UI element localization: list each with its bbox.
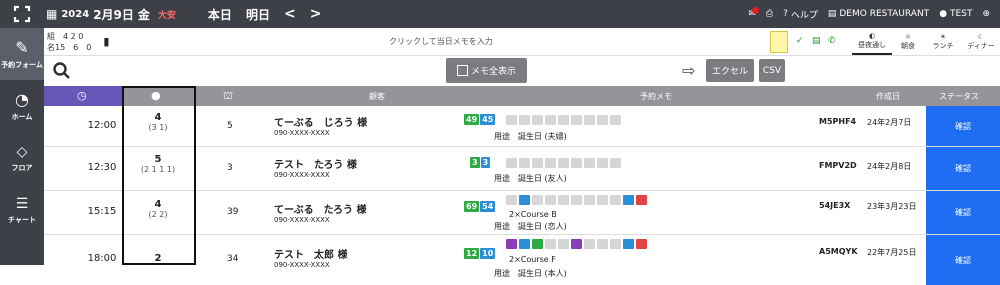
excel-button[interactable]: エクセル	[706, 59, 754, 82]
help-button[interactable]: ? ヘルプ	[783, 8, 818, 21]
visit-count-badge: 49 45	[464, 114, 496, 125]
clipboard-icon[interactable]: ▤	[812, 36, 821, 46]
visit-count-badge: 12 10	[464, 248, 496, 259]
confirm-button[interactable]: 確認	[926, 147, 1000, 190]
moon-icon: ☾	[977, 33, 985, 41]
phone-icon[interactable]: ✆	[828, 36, 836, 46]
memo-column-header[interactable]: 予約メモ	[640, 91, 672, 102]
confirm-button[interactable]: 確認	[926, 106, 1000, 146]
table-icon: ⛫	[223, 89, 234, 102]
visit-count-badge: 33	[470, 157, 491, 168]
check-icon[interactable]: ✓	[796, 36, 804, 46]
sun-icon: ☀	[939, 33, 947, 41]
course-info: 2×Course B	[509, 210, 557, 219]
table-row[interactable]: 15:15 4 (2 2) 39 てーぶる たろう 様 090-XXXX-XXXX…	[44, 191, 1000, 235]
memo-flag-icons	[506, 195, 647, 205]
person-icon: ●	[151, 89, 161, 102]
mail-icon[interactable]: ✉	[748, 7, 759, 19]
count-summary: 組 4 2 0 名15 6 0	[47, 31, 92, 52]
help-icon: ?	[783, 9, 788, 19]
action-bar: メモ全表示 ⇨ エクセル CSV	[44, 56, 1000, 86]
clock-icon: ◷	[77, 89, 87, 102]
show-all-memo-button[interactable]: メモ全表示	[446, 58, 527, 83]
tomorrow-button[interactable]: 明日	[246, 6, 270, 23]
next-day-icon[interactable]: >	[310, 6, 322, 22]
memo-flag-icons	[506, 158, 621, 168]
confirm-button[interactable]: 確認	[926, 235, 1000, 285]
shapes-icon: ◇	[16, 143, 28, 160]
tab-lunch[interactable]: ☀ ランチ	[926, 29, 960, 55]
globe-icon[interactable]: ⊕	[982, 9, 990, 19]
store-icon: ▤	[827, 9, 837, 19]
gauge-icon: ◔	[15, 90, 29, 109]
confirm-button[interactable]: 確認	[926, 191, 1000, 234]
table-header: ◷ ● ⛫ 顧客 予約メモ 作成日 ステータス	[44, 86, 1000, 106]
sidebar: ✎ 予約フォーム ◔ ホーム ◇ フロア ☰ チャート	[0, 28, 44, 265]
table-row[interactable]: 12:30 5 (2 1 1 1) 3 テスト たろう 様 090-XXXX-XX…	[44, 147, 1000, 191]
date: 2月9日	[93, 7, 134, 22]
export-icon[interactable]: ⇨	[682, 61, 695, 80]
summary-bar: 組 4 2 0 名15 6 0 ▮ クリックして当日メモを入力 ✓ ▤ ✆ ◐ 昼…	[44, 28, 1000, 56]
tab-dinner[interactable]: ☾ ディナー	[962, 29, 1000, 55]
table-row[interactable]: 18:00 2 34 テスト 太郎 様 090-XXXX-XXXX 12 10 2…	[44, 235, 1000, 285]
reservation-table: ◷ ● ⛫ 顧客 予約メモ 作成日 ステータス 12:00 4 (3 1) 5 て…	[44, 86, 1000, 285]
prev-day-icon[interactable]: <	[284, 6, 296, 22]
year: 2024	[61, 8, 90, 20]
memo-flag-icons	[506, 115, 621, 125]
sunrise-icon: ☼	[904, 33, 912, 41]
sidebar-item-home[interactable]: ◔ ホーム	[0, 80, 44, 132]
weekday: 金	[137, 7, 150, 22]
user-icon: ●	[939, 9, 948, 19]
table-view-icon[interactable]	[770, 31, 788, 53]
checkbox-icon	[456, 65, 468, 76]
csv-button[interactable]: CSV	[759, 59, 785, 82]
calendar-icon: ▦	[46, 7, 58, 21]
customer-column-header[interactable]: 顧客	[369, 91, 385, 102]
memo-icon: ▮	[103, 35, 110, 48]
half-circle-icon: ◐	[868, 32, 876, 40]
edit-icon: ✎	[15, 38, 29, 57]
course-info: 2×Course F	[509, 255, 556, 264]
visit-count-badge: 69 54	[464, 201, 496, 212]
tab-breakfast[interactable]: ☼ 朝食	[894, 29, 922, 55]
created-column-header[interactable]: 作成日	[876, 91, 900, 102]
tab-all-day[interactable]: ◐ 昼夜通し	[852, 29, 892, 55]
sidebar-item-chart[interactable]: ☰ チャート	[0, 184, 44, 236]
rokuyo: 大安	[157, 10, 176, 21]
print-icon[interactable]: ⎙	[766, 9, 773, 19]
status-column-header[interactable]: ステータス	[939, 91, 979, 102]
top-bar: ▦ 2024 2月9日 金 大安 本日 明日 < > ✉ ⎙ ? ヘルプ ▤ DEM…	[0, 0, 1000, 28]
user-button[interactable]: ● TEST	[939, 9, 972, 19]
sidebar-item-reservation-form[interactable]: ✎ 予約フォーム	[0, 28, 44, 80]
notification-dot	[751, 7, 759, 14]
restaurant-button[interactable]: ▤ DEMO RESTAURANT	[828, 9, 929, 19]
app-logo-icon[interactable]	[0, 0, 44, 28]
sidebar-item-floor[interactable]: ◇ フロア	[0, 132, 44, 184]
table-row[interactable]: 12:00 4 (3 1) 5 てーぶる じろう 様 090-XXXX-XXXX …	[44, 106, 1000, 147]
search-icon[interactable]	[53, 62, 71, 80]
memo-flag-icons	[506, 239, 647, 249]
today-button[interactable]: 本日	[208, 6, 232, 23]
chart-icon: ☰	[15, 195, 29, 212]
date-display[interactable]: ▦ 2024 2月9日 金 大安	[46, 6, 176, 23]
day-memo-input[interactable]: クリックして当日メモを入力	[389, 36, 493, 47]
